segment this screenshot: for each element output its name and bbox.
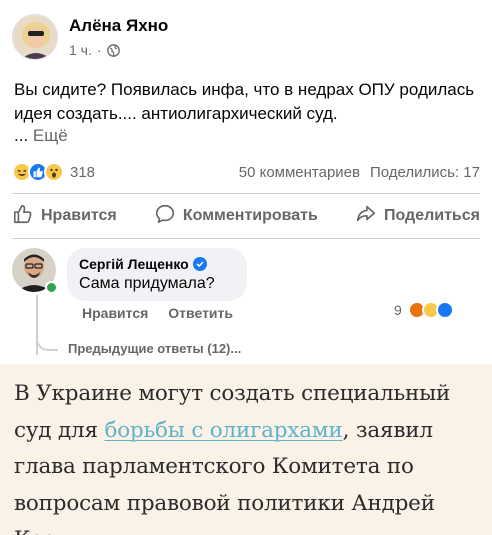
ellipsis: ...	[14, 126, 33, 145]
comment-like-button[interactable]: Нравится	[82, 305, 148, 321]
post-stats: 318 50 комментариев Поделились: 17	[12, 160, 480, 184]
post-text: Вы сидите? Появилась инфа, что в недрах …	[14, 80, 475, 123]
like-label: Нравится	[41, 207, 117, 224]
comment-actions: Нравится Ответить	[82, 305, 233, 321]
author-name[interactable]: Алёна Яхно	[69, 16, 168, 36]
thread-connector	[36, 335, 58, 351]
meta-separator: ·	[96, 42, 102, 58]
share-button[interactable]: Поделиться	[355, 203, 480, 230]
comment-button[interactable]: Комментировать	[154, 203, 318, 230]
article-text: В Украине могут создать специальный суд …	[14, 376, 478, 535]
post-time[interactable]: 1 ч.	[69, 42, 92, 58]
divider-bottom	[12, 238, 480, 239]
see-more-link[interactable]: Ещё	[33, 126, 68, 145]
online-status-dot	[45, 281, 58, 294]
article-link[interactable]: борьбы с олигархами	[104, 418, 342, 443]
divider-top	[12, 193, 480, 194]
comment-bubble-icon	[154, 203, 176, 230]
comment-reactions[interactable]: 9	[394, 301, 454, 319]
reaction-count: 318	[70, 163, 96, 181]
like-button[interactable]: Нравится	[12, 203, 117, 230]
like-reaction-icon	[435, 301, 454, 319]
thumbs-up-icon	[12, 203, 34, 230]
previous-replies-link[interactable]: Предыдущие ответы (12)...	[68, 341, 241, 356]
reactions-summary[interactable]: 318	[12, 162, 95, 182]
action-bar: Нравится Комментировать Поделиться	[12, 201, 480, 231]
author-avatar[interactable]	[12, 14, 58, 60]
share-label: Поделиться	[383, 207, 480, 224]
post-header: Алёна Яхно 1 ч. ·	[12, 14, 168, 60]
share-arrow-icon	[355, 203, 377, 230]
see-more[interactable]: ... Ещё	[14, 126, 68, 146]
comments-count[interactable]: 50 комментариев	[239, 164, 360, 181]
comment-reply-button[interactable]: Ответить	[168, 305, 233, 321]
post-meta: 1 ч. ·	[69, 42, 168, 58]
comment-reaction-count: 9	[394, 302, 402, 318]
article-excerpt: В Украине могут создать специальный суд …	[0, 364, 492, 535]
shares-count[interactable]: Поделились: 17	[370, 164, 480, 181]
globe-icon	[106, 43, 120, 57]
comment-label: Комментировать	[182, 207, 318, 224]
commenter-name[interactable]: Сергій Лещенко	[79, 256, 189, 272]
verified-badge-icon	[192, 257, 207, 271]
wow-reaction-icon	[44, 162, 64, 182]
comment-bubble: Сергій Лещенко Сама придумала?	[67, 248, 247, 301]
comment-text: Сама придумала?	[79, 275, 215, 292]
